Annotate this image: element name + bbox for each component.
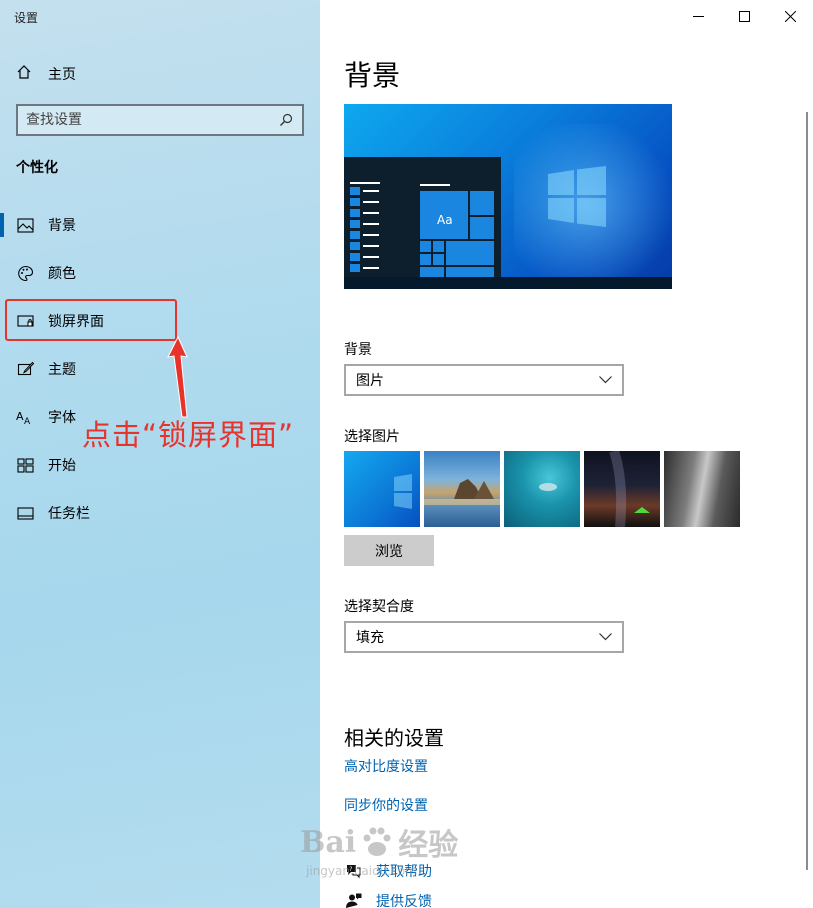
sidebar-item-taskbar[interactable]: 任务栏: [0, 489, 320, 537]
fit-value: 填充: [356, 630, 384, 646]
background-type-value: 图片: [356, 373, 384, 389]
sidebar-item-label: 主题: [48, 362, 76, 378]
search-input[interactable]: [26, 112, 278, 128]
close-button[interactable]: [767, 0, 813, 32]
maximize-icon: [738, 10, 750, 22]
sidebar-item-label: 任务栏: [48, 506, 90, 522]
app-title: 设置: [14, 11, 39, 25]
sidebar-item-colors[interactable]: 颜色: [0, 249, 320, 297]
maximize-button[interactable]: [721, 0, 767, 32]
fit-label: 选择契合度: [344, 599, 414, 615]
sidebar-item-label: 开始: [48, 458, 76, 474]
sync-settings-link[interactable]: 同步你的设置: [344, 795, 428, 815]
palette-icon: [16, 264, 34, 282]
background-preview: Aa: [344, 104, 672, 289]
preview-start-menu: Aa: [344, 157, 501, 277]
get-help-link[interactable]: ? 获取帮助: [344, 861, 432, 881]
taskbar-icon: [16, 504, 34, 522]
feedback-link[interactable]: 提供反馈: [344, 891, 432, 908]
page-title: 背景: [344, 59, 401, 92]
picture-thumbnail-3[interactable]: [504, 451, 580, 527]
home-nav-item[interactable]: 主页: [16, 61, 76, 87]
picture-thumbnail-2[interactable]: [424, 451, 500, 527]
choose-picture-label: 选择图片: [344, 429, 400, 445]
main-panel: 背景 Aa 背景 图片 选择图片 浏览 选择契合度 填充 相关的设置 高对比度设…: [320, 0, 813, 908]
font-icon: AA: [16, 408, 34, 426]
picture-thumbnail-1[interactable]: [344, 451, 420, 527]
sidebar-item-label: 锁屏界面: [48, 314, 104, 330]
chevron-down-icon: [599, 376, 612, 384]
annotation-arrow: [167, 335, 188, 418]
svg-text:A: A: [16, 410, 24, 423]
section-title: 个性化: [16, 160, 58, 176]
minimize-icon: [692, 15, 704, 17]
scrollbar[interactable]: [806, 112, 808, 870]
feedback-person-icon: [344, 892, 362, 908]
svg-text:A: A: [24, 417, 31, 425]
feedback-label: 提供反馈: [376, 894, 432, 908]
high-contrast-link[interactable]: 高对比度设置: [344, 756, 428, 776]
chevron-down-icon: [599, 633, 612, 641]
svg-text:?: ?: [349, 866, 352, 873]
image-icon: [16, 216, 34, 234]
minimize-button[interactable]: [675, 0, 721, 32]
annotation-text: 点击“锁屏界面”: [82, 418, 295, 452]
sidebar-item-label: 背景: [48, 218, 76, 234]
picture-thumbnail-5[interactable]: [664, 451, 740, 527]
sidebar-item-label: 字体: [48, 410, 76, 426]
browse-button[interactable]: 浏览: [344, 535, 434, 566]
preview-taskbar: [344, 277, 672, 289]
search-icon[interactable]: [278, 112, 294, 128]
picture-thumbnail-4[interactable]: [584, 451, 660, 527]
related-settings-title: 相关的设置: [344, 726, 444, 750]
home-icon: [16, 64, 32, 84]
background-type-label: 背景: [344, 342, 372, 358]
fit-dropdown[interactable]: 填充: [344, 621, 624, 653]
theme-brush-icon: [16, 360, 34, 378]
home-label: 主页: [48, 67, 76, 83]
close-icon: [784, 10, 796, 22]
window-controls: [675, 0, 813, 32]
lock-screen-icon: [16, 312, 34, 330]
preview-tile-label: Aa: [437, 213, 453, 227]
get-help-label: 获取帮助: [376, 864, 432, 880]
help-chat-icon: ?: [344, 862, 362, 880]
search-box[interactable]: [16, 104, 304, 136]
sidebar-item-label: 颜色: [48, 266, 76, 282]
windows-logo-icon: [548, 166, 606, 227]
start-grid-icon: [16, 456, 34, 474]
sidebar-item-background[interactable]: 背景: [0, 201, 320, 249]
picture-thumbnails: [344, 451, 740, 527]
background-type-dropdown[interactable]: 图片: [344, 364, 624, 396]
sidebar: 设置 主页 个性化 背景 颜色 锁屏界面: [0, 0, 320, 908]
